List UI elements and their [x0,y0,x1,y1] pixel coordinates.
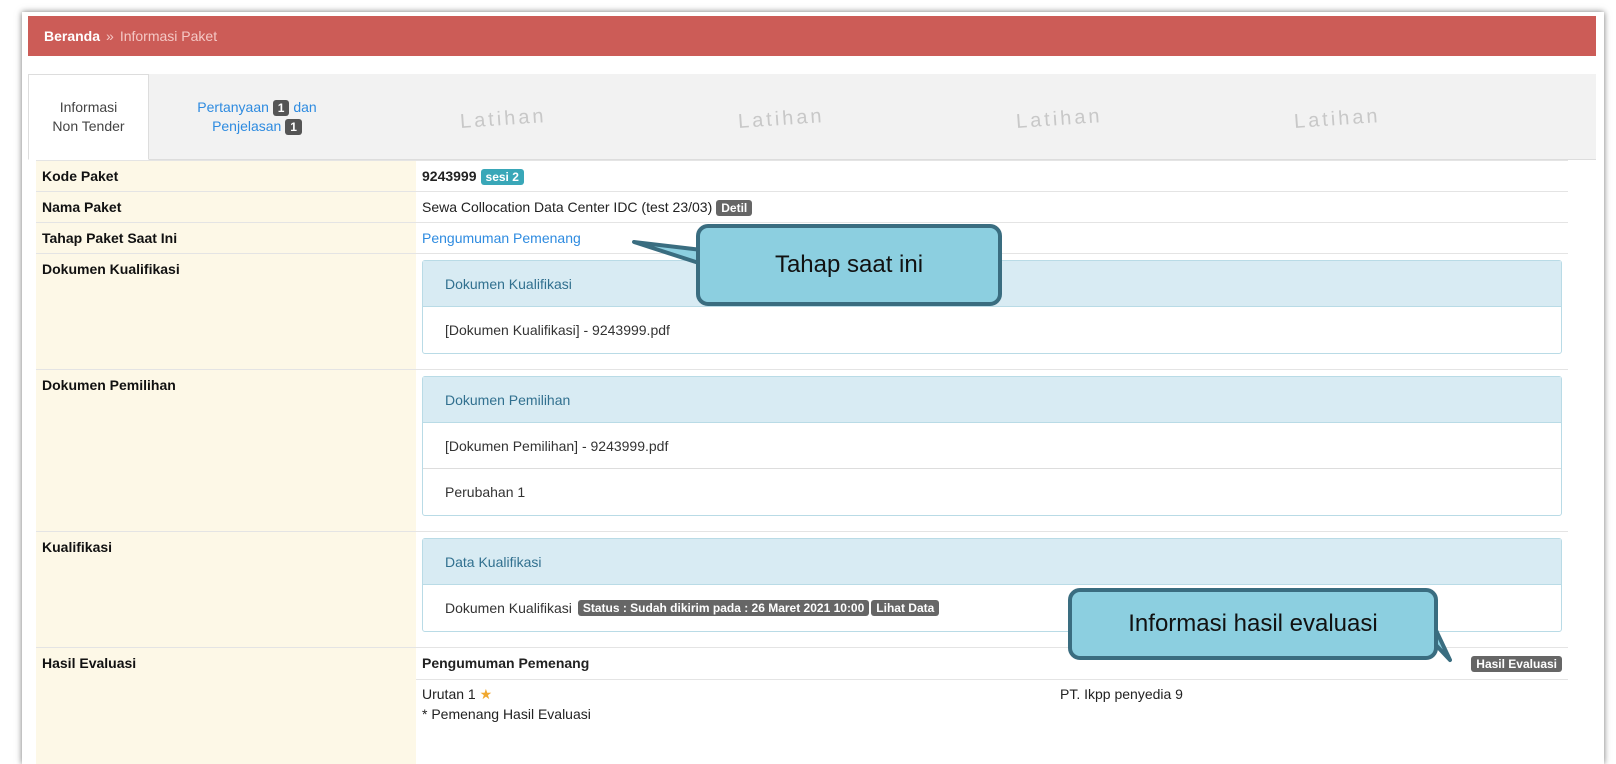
tab-label-line1: Informasi [59,99,118,115]
star-icon: ★ [479,686,493,702]
winner-announcement-title: Pengumuman Pemenang [422,655,590,671]
rank-label: Urutan 1 [422,686,476,702]
evaluation-result-button[interactable]: Hasil Evaluasi [1471,656,1562,672]
evaluation-result-button-wrap: Hasil Evaluasi [1471,655,1562,672]
view-data-button[interactable]: Lihat Data [871,600,940,616]
row-label: Dokumen Kualifikasi [36,254,416,369]
selection-doc-file-link[interactable]: [Dokumen Pemilihan] - 9243999.pdf [423,423,1561,469]
revision-item[interactable]: Perubahan 1 [423,469,1561,515]
submission-status-badge: Status : Sudah dikirim pada : 26 Maret 2… [577,600,870,616]
row-value: 9243999 sesi 2 [416,161,1568,191]
breadcrumb-separator: » [106,28,114,44]
row-label: Hasil Evaluasi [36,648,416,764]
detail-button[interactable]: Detil [716,200,753,216]
page-frame: Beranda » Informasi Paket Informasi Non … [22,12,1604,764]
row-nama-paket: Nama Paket Sewa Collocation Data Center … [36,191,1568,222]
row-value: Pengumuman Pemenang Hasil Evaluasi Uruta… [416,648,1568,764]
row-value: Sewa Collocation Data Center IDC (test 2… [416,192,1568,222]
row-dokumen-pemilihan: Dokumen Pemilihan Dokumen Pemilihan [Dok… [36,369,1568,531]
breadcrumb: Beranda » Informasi Paket [28,16,1596,56]
selection-docs-panel: Dokumen Pemilihan [Dokumen Pemilihan] - … [422,376,1562,516]
callout-evaluation-info: Informasi hasil evaluasi [1068,588,1438,660]
row-label: Tahap Paket Saat Ini [36,223,416,253]
panel-heading: Dokumen Pemilihan [423,377,1561,423]
divider [416,679,1568,680]
breadcrumb-home-link[interactable]: Beranda [44,28,100,44]
session-badge: sesi 2 [480,169,524,185]
tab-questions-label: Pertanyaan [197,99,269,115]
row-label: Kualifikasi [36,532,416,647]
tab-questions-and: dan [293,99,317,115]
tab-informasi-non-tender[interactable]: Informasi Non Tender [28,74,149,160]
tab-explanation-label: Penjelasan [212,118,282,134]
explanation-count-badge: 1 [285,119,302,135]
questions-count-badge: 1 [272,100,290,116]
vendor-name: PT. Ikpp penyedia 9 [1060,686,1183,702]
panel-heading: Data Kualifikasi [423,539,1561,585]
qualification-doc-file-link[interactable]: [Dokumen Kualifikasi] - 9243999.pdf [423,307,1561,353]
current-stage-link[interactable]: Pengumuman Pemenang [422,230,581,246]
ranking-block: Urutan 1 ★ * Pemenang Hasil Evaluasi [422,684,591,724]
winner-note: * Pemenang Hasil Evaluasi [422,706,591,722]
row-kode-paket: Kode Paket 9243999 sesi 2 [36,160,1568,191]
breadcrumb-current: Informasi Paket [119,28,218,44]
qualification-doc-label: Dokumen Kualifikasi [445,600,572,616]
row-hasil-evaluasi: Hasil Evaluasi Pengumuman Pemenang Hasil… [36,647,1568,764]
row-label: Dokumen Pemilihan [36,370,416,531]
tab-pertanyaan-penjelasan[interactable]: Pertanyaan 1 dan Penjelasan 1 [150,74,364,160]
tab-label-line2: Non Tender [52,118,125,134]
package-name: Sewa Collocation Data Center IDC (test 2… [422,199,713,215]
package-code: 9243999 [422,168,477,184]
row-label: Nama Paket [36,192,416,222]
row-label: Kode Paket [36,161,416,191]
callout-current-stage: Tahap saat ini [696,224,1002,306]
